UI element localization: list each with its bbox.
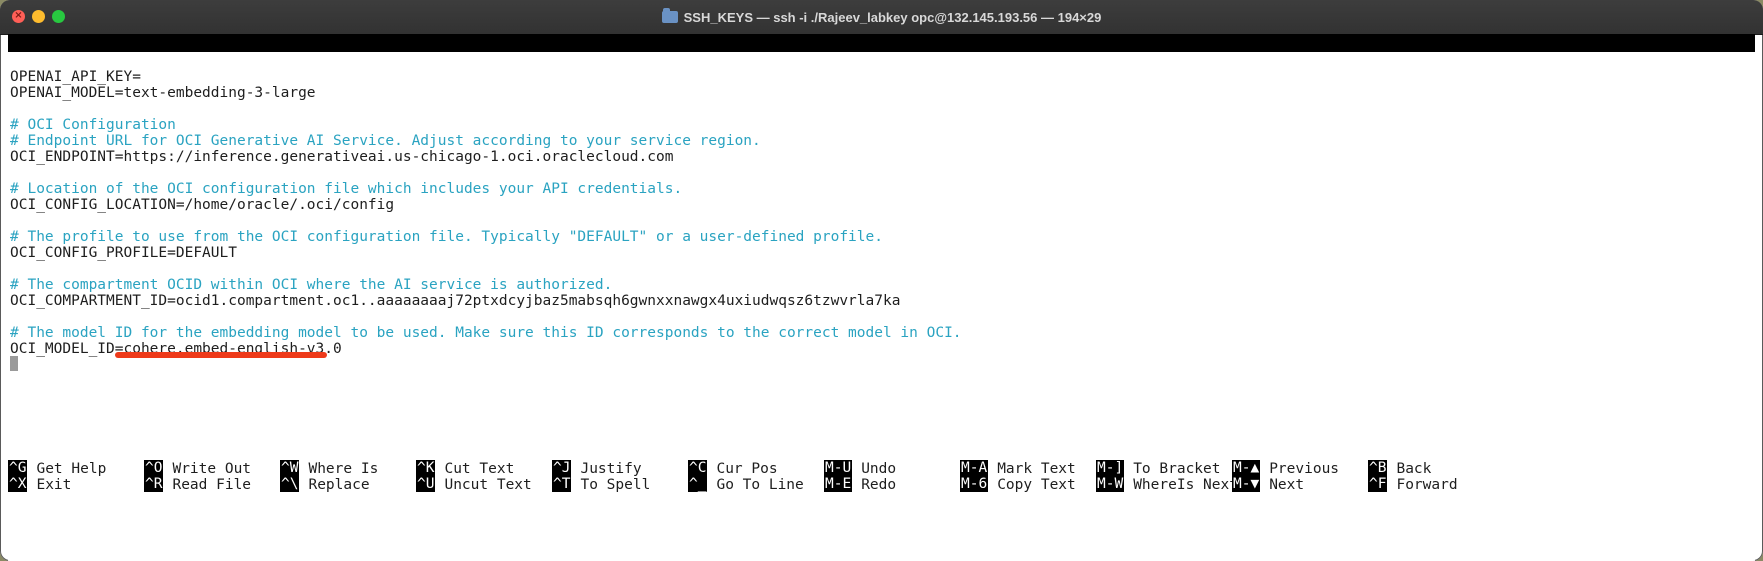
shortcut-key: ^\ xyxy=(280,476,300,492)
shortcut-forward[interactable]: ^F Forward xyxy=(1368,476,1458,494)
terminal-content[interactable]: GNU nano 2.9.8 config.properties OPENAI_… xyxy=(8,34,1755,561)
terminal-window: × SSH_KEYS — ssh -i ./Rajeev_labkey opc@… xyxy=(0,0,1763,561)
shortcut-key: ^F xyxy=(1368,476,1388,492)
shortcut-key: ^T xyxy=(552,476,572,492)
shortcut-key: ^U xyxy=(416,476,436,492)
shortcut-label: Forward xyxy=(1396,477,1458,493)
shortcut-label: Next xyxy=(1269,477,1305,493)
shortcut-whereis-next[interactable]: M-W WhereIs Next xyxy=(1096,476,1238,494)
text-cursor xyxy=(10,356,18,371)
cursor-line xyxy=(10,356,18,374)
title-bar[interactable]: × SSH_KEYS — ssh -i ./Rajeev_labkey opc@… xyxy=(0,0,1763,35)
shortcut-key: ^K xyxy=(416,460,436,476)
shortcut-key: ^J xyxy=(552,460,572,476)
shortcut-key: M-W xyxy=(1096,476,1125,492)
window-title: SSH_KEYS — ssh -i ./Rajeev_labkey opc@13… xyxy=(683,9,1102,25)
shortcut-key: M-6 xyxy=(960,476,989,492)
shortcut-go-to-line[interactable]: ^_ Go To Line xyxy=(688,476,804,494)
shortcut-key: ^B xyxy=(1368,460,1388,476)
shortcut-key: M-U xyxy=(824,460,853,476)
shortcut-label: Copy Text xyxy=(997,477,1076,493)
shortcut-redo[interactable]: M-E Redo xyxy=(824,476,896,494)
config-line: OCI_CONFIG_LOCATION=/home/oracle/.oci/co… xyxy=(10,197,395,213)
shortcut-key: M-A xyxy=(960,460,989,476)
config-line: OPENAI_MODEL=text-embedding-3-large xyxy=(10,85,316,101)
shortcut-key: ^O xyxy=(144,460,164,476)
shortcut-label: WhereIs Next xyxy=(1133,477,1238,493)
window-title-container: SSH_KEYS — ssh -i ./Rajeev_labkey opc@13… xyxy=(0,0,1763,34)
shortcut-key: ^_ xyxy=(688,476,708,492)
shortcut-label: Read File xyxy=(172,477,252,493)
shortcut-key: ^R xyxy=(144,476,164,492)
highlight-underline xyxy=(115,352,327,358)
shortcut-next[interactable]: M-▼ Next xyxy=(1232,476,1304,494)
shortcut-read-file[interactable]: ^R Read File xyxy=(144,476,251,494)
shortcut-label: Go To Line xyxy=(716,477,804,493)
shortcut-key: M-▲ xyxy=(1232,460,1261,476)
shortcut-key: ^X xyxy=(8,476,28,492)
shortcut-replace[interactable]: ^\ Replace xyxy=(280,476,370,494)
shortcut-key: ^G xyxy=(8,460,28,476)
shortcut-to-spell[interactable]: ^T To Spell xyxy=(552,476,650,494)
shortcut-row-2: ^X Exit ^R Read File ^\ Replace ^U Uncut Text ^T… xyxy=(8,476,1755,494)
shortcut-key: M-E xyxy=(824,476,853,492)
shortcut-exit[interactable]: ^X Exit xyxy=(8,476,71,494)
shortcut-uncut-text[interactable]: ^U Uncut Text xyxy=(416,476,532,494)
nano-header-bar: GNU nano 2.9.8 config.properties xyxy=(8,34,1755,87)
config-line: OCI_CONFIG_PROFILE=DEFAULT xyxy=(10,245,237,261)
config-line: OCI_COMPARTMENT_ID=ocid1.compartment.oc1… xyxy=(10,293,901,309)
shortcut-key: M-▼ xyxy=(1232,476,1261,492)
shortcut-label: Replace xyxy=(308,477,370,493)
shortcut-label: Redo xyxy=(861,477,897,493)
shortcut-key: M-] xyxy=(1096,460,1125,476)
config-line: OCI_ENDPOINT=https://inference.generativ… xyxy=(10,149,674,165)
shortcut-label: Uncut Text xyxy=(444,477,532,493)
shortcut-label: Exit xyxy=(36,477,72,493)
shortcut-copy-text[interactable]: M-6 Copy Text xyxy=(960,476,1076,494)
shortcut-label: To Spell xyxy=(580,477,651,493)
shortcut-key: ^C xyxy=(688,460,708,476)
shortcut-key: ^W xyxy=(280,460,300,476)
folder-icon xyxy=(661,8,678,23)
nano-filename: config.properties xyxy=(737,71,886,87)
